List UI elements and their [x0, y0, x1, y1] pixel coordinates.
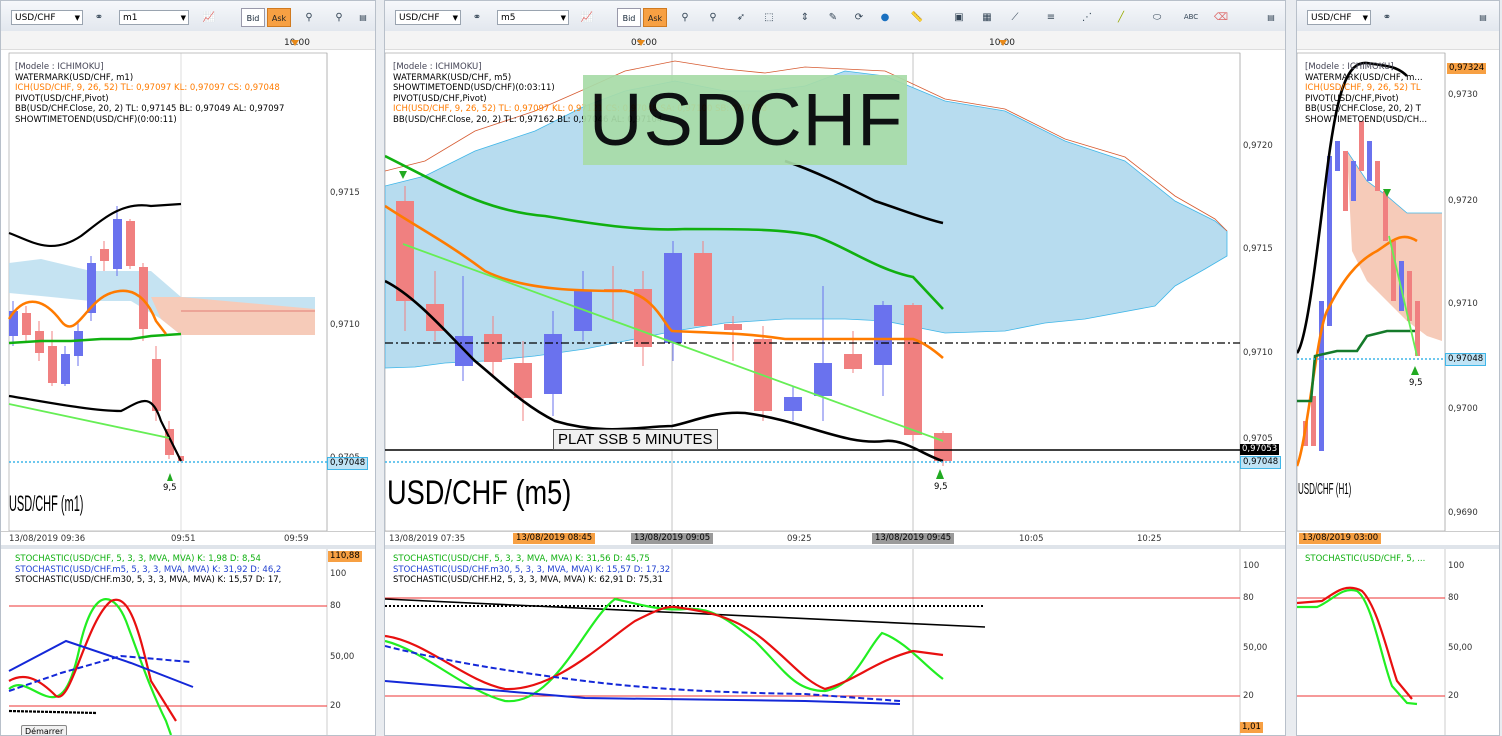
date-label: 10:25 [1137, 534, 1162, 544]
stoch-legend: STOCHASTIC(USD/CHF, 5, 3, 3, MVA, MVA) K… [15, 554, 281, 586]
pane-splitter[interactable] [1, 545, 375, 549]
stoch-tick: 50,00 [1243, 643, 1268, 653]
chart-window-m5: USD/CHF ▼ ⚭ m5 ▼ 📈 Bid Ask ⚲ ⚲ ➶ ⬚ ⇕ ✎ ⟳ ●… [384, 0, 1286, 736]
stoch-tick: 100 [1243, 561, 1260, 571]
signal-label: 9,5 [934, 482, 948, 492]
legend-line: STOCHASTIC(USD/CHF.m30, 5, 3, 3, MVA, MV… [15, 575, 282, 585]
legend-line: PIVOT(USD/CHF,Pivot) [1305, 93, 1399, 104]
price-tick: 0,9690 [1448, 508, 1478, 518]
price-tick: 0,9710 [330, 320, 360, 330]
date-label-highlight: 13/08/2019 08:45 [513, 533, 596, 544]
stoch-tick: 50,00 [330, 652, 355, 662]
chart-window-h1: USD/CHF ▼ ⚭ ▤ [Modele : ICHIMOKU] WATERMA… [1296, 0, 1500, 736]
legend-line: [Modele : ICHIMOKU] [1305, 62, 1394, 72]
stoch-bottom-value: 1,01 [1240, 722, 1263, 733]
date-label: 10:05 [1019, 534, 1044, 544]
date-label-highlight: 13/08/2019 09:05 [631, 533, 714, 544]
price-box-current: 0,97048 [327, 457, 369, 470]
legend-line: STOCHASTIC(USD/CHF.H2, 5, 3, 3, MVA, MVA… [393, 575, 663, 585]
legend-line: STOCHASTIC(USD/CHF.m5, 5, 3, 3, MVA, MVA… [15, 564, 282, 575]
stoch-tick: 80 [1243, 593, 1254, 603]
start-button[interactable]: Démarrer [21, 725, 68, 735]
price-tick: 0,9715 [1243, 244, 1273, 254]
pane-splitter[interactable] [1297, 545, 1499, 549]
legend-line: [Modele : ICHIMOKU] [393, 62, 482, 72]
date-label: 09:59 [284, 534, 309, 544]
chart-window-m1: USD/CHF ▼ ⚭ m1 ▼ 📈 Bid Ask ⚲ ⚲ ▤ 10:00 [Mo… [0, 0, 376, 736]
watermark: USD/CHF (m1) [9, 491, 83, 516]
signal-label: 9,5 [1409, 378, 1423, 388]
price-box-line: 0,97053 [1240, 444, 1280, 455]
stoch-tick: 20 [1448, 691, 1459, 701]
legend-line: WATERMARK(USD/CHF, m... [1305, 72, 1423, 83]
signal-label: 9,5 [163, 483, 177, 493]
date-axis: 13/08/2019 09:36 09:51 09:59 [1, 531, 375, 546]
date-axis: 13/08/2019 07:35 13/08/2019 08:45 13/08/… [385, 531, 1285, 546]
stoch-tick: 50,00 [1448, 643, 1473, 653]
date-label: 09:51 [171, 534, 196, 544]
stoch-tick: 20 [1243, 691, 1254, 701]
legend-line: PIVOT(USD/CHF,Pivot) [15, 93, 109, 104]
price-tick: 0,9730 [1448, 90, 1478, 100]
price-tick: 0,9710 [1243, 348, 1273, 358]
price-tick: 0,9720 [1243, 141, 1273, 151]
price-tick: 0,9710 [1448, 299, 1478, 309]
legend-line: [Modele : ICHIMOKU] [15, 62, 104, 72]
stoch-tick: 100 [1448, 561, 1465, 571]
watermark: USD/CHF (H1) [1298, 481, 1352, 498]
legend-line: ICH(USD/CHF, 9, 26, 52) TL: 0,97097 KL: … [15, 83, 280, 93]
stoch-legend: STOCHASTIC(USD/CHF, 5, 3, 3, MVA, MVA) K… [393, 554, 670, 586]
pane-splitter[interactable] [385, 545, 1285, 549]
legend-line: WATERMARK(USD/CHF, m1) [15, 72, 134, 83]
date-label-highlight: 13/08/2019 09:45 [872, 533, 955, 544]
indicator-legend: [Modele : ICHIMOKU] WATERMARK(USD/CHF, m… [15, 62, 284, 125]
date-label-highlight: 13/08/2019 03:00 [1299, 533, 1382, 544]
legend-line: BB(USD/CHF.Close, 20, 2) TL: 0,97145 BL:… [15, 104, 285, 114]
date-label: 13/08/2019 09:36 [9, 534, 86, 544]
stoch-legend: STOCHASTIC(USD/CHF, 5, ... [1305, 554, 1425, 565]
price-box-top: 0,97324 [1447, 63, 1487, 74]
price-tick: 0,9715 [330, 188, 360, 198]
legend-line: BB(USD/CHF.Close, 20, 2) T [1305, 104, 1421, 114]
legend-line: SHOWTIMETOEND(USD/CH... [1305, 114, 1428, 125]
price-box-current: 0,97048 [1240, 456, 1282, 469]
legend-line: STOCHASTIC(USD/CHF, 5, ... [1305, 554, 1426, 564]
stoch-tick: 80 [330, 601, 341, 611]
legend-line: STOCHASTIC(USD/CHF, 5, 3, 3, MVA, MVA) K… [15, 554, 261, 564]
price-box-current: 0,97048 [1445, 353, 1487, 366]
price-tick: 0,9720 [1448, 196, 1478, 206]
date-axis: 13/08/2019 03:00 [1297, 531, 1499, 546]
stoch-tick: 80 [1448, 593, 1459, 603]
stoch-tick: 100 [330, 569, 347, 579]
title-banner: USDCHF [583, 75, 907, 165]
price-tick: 0,9705 [1243, 434, 1273, 444]
date-label: 09:25 [787, 534, 812, 544]
legend-line: STOCHASTIC(USD/CHF, 5, 3, 3, MVA, MVA) K… [393, 554, 650, 564]
legend-line: SHOWTIMETOEND(USD/CHF)(0:00:11) [15, 114, 177, 125]
title-banner-text: USDCHF [589, 78, 904, 161]
price-tick: 0,9700 [1448, 404, 1478, 414]
watermark: USD/CHF (m5) [387, 474, 572, 512]
stoch-tick: 20 [330, 701, 341, 711]
legend-line: STOCHASTIC(USD/CHF.m30, 5, 3, 3, MVA, MV… [393, 564, 671, 575]
candles [1303, 121, 1420, 451]
annotation-label[interactable]: PLAT SSB 5 MINUTES [553, 429, 718, 450]
date-label: 13/08/2019 07:35 [389, 534, 466, 544]
stoch-top-value: 110,88 [328, 551, 362, 562]
indicator-legend: [Modele : ICHIMOKU] WATERMARK(USD/CHF, m… [1305, 62, 1427, 125]
legend-line: ICH(USD/CHF, 9, 26, 52) TL [1305, 83, 1421, 93]
